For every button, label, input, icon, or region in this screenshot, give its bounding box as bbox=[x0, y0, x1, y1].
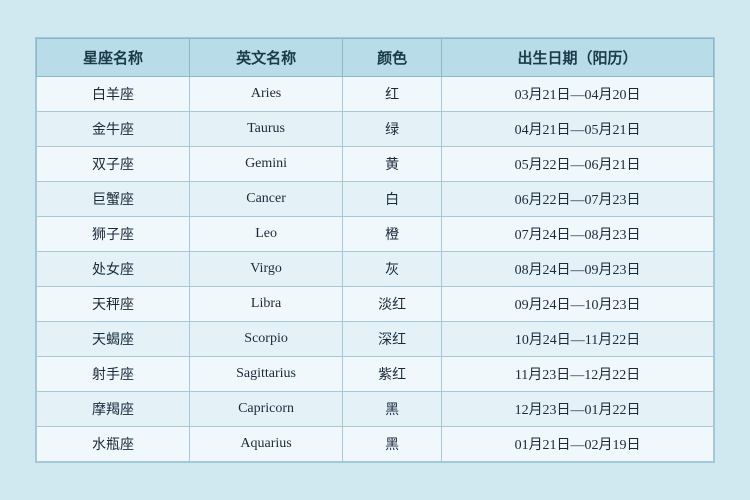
table-cell-10-3: 01月21日—02月19日 bbox=[442, 427, 714, 462]
col-header-chinese: 星座名称 bbox=[37, 39, 190, 77]
table-header-row: 星座名称 英文名称 颜色 出生日期（阳历） bbox=[37, 39, 714, 77]
table-cell-7-0: 天蝎座 bbox=[37, 322, 190, 357]
zodiac-table: 星座名称 英文名称 颜色 出生日期（阳历） 白羊座Aries红03月21日—04… bbox=[36, 38, 714, 462]
table-cell-0-1: Aries bbox=[190, 77, 343, 112]
table-cell-8-0: 射手座 bbox=[37, 357, 190, 392]
table-cell-6-0: 天秤座 bbox=[37, 287, 190, 322]
table-cell-10-1: Aquarius bbox=[190, 427, 343, 462]
table-cell-5-0: 处女座 bbox=[37, 252, 190, 287]
col-header-color: 颜色 bbox=[343, 39, 442, 77]
table-cell-2-3: 05月22日—06月21日 bbox=[442, 147, 714, 182]
table-cell-1-1: Taurus bbox=[190, 112, 343, 147]
table-cell-2-0: 双子座 bbox=[37, 147, 190, 182]
table-row: 水瓶座Aquarius黑01月21日—02月19日 bbox=[37, 427, 714, 462]
col-header-english: 英文名称 bbox=[190, 39, 343, 77]
table-row: 白羊座Aries红03月21日—04月20日 bbox=[37, 77, 714, 112]
table-cell-5-3: 08月24日—09月23日 bbox=[442, 252, 714, 287]
table-cell-1-3: 04月21日—05月21日 bbox=[442, 112, 714, 147]
table-cell-7-3: 10月24日—11月22日 bbox=[442, 322, 714, 357]
table-cell-8-1: Sagittarius bbox=[190, 357, 343, 392]
table-cell-0-3: 03月21日—04月20日 bbox=[442, 77, 714, 112]
table-cell-7-2: 深红 bbox=[343, 322, 442, 357]
table-cell-9-1: Capricorn bbox=[190, 392, 343, 427]
table-cell-5-1: Virgo bbox=[190, 252, 343, 287]
table-row: 天秤座Libra淡红09月24日—10月23日 bbox=[37, 287, 714, 322]
table-cell-2-1: Gemini bbox=[190, 147, 343, 182]
table-cell-3-1: Cancer bbox=[190, 182, 343, 217]
table-cell-5-2: 灰 bbox=[343, 252, 442, 287]
table-cell-3-3: 06月22日—07月23日 bbox=[442, 182, 714, 217]
table-cell-1-2: 绿 bbox=[343, 112, 442, 147]
table-cell-0-0: 白羊座 bbox=[37, 77, 190, 112]
table-cell-4-2: 橙 bbox=[343, 217, 442, 252]
table-row: 射手座Sagittarius紫红11月23日—12月22日 bbox=[37, 357, 714, 392]
table-row: 天蝎座Scorpio深红10月24日—11月22日 bbox=[37, 322, 714, 357]
table-cell-9-0: 摩羯座 bbox=[37, 392, 190, 427]
zodiac-table-container: 星座名称 英文名称 颜色 出生日期（阳历） 白羊座Aries红03月21日—04… bbox=[35, 37, 715, 463]
table-cell-9-2: 黑 bbox=[343, 392, 442, 427]
table-row: 金牛座Taurus绿04月21日—05月21日 bbox=[37, 112, 714, 147]
table-cell-4-3: 07月24日—08月23日 bbox=[442, 217, 714, 252]
table-row: 狮子座Leo橙07月24日—08月23日 bbox=[37, 217, 714, 252]
table-row: 摩羯座Capricorn黑12月23日—01月22日 bbox=[37, 392, 714, 427]
table-row: 处女座Virgo灰08月24日—09月23日 bbox=[37, 252, 714, 287]
table-cell-6-1: Libra bbox=[190, 287, 343, 322]
table-cell-7-1: Scorpio bbox=[190, 322, 343, 357]
table-row: 巨蟹座Cancer白06月22日—07月23日 bbox=[37, 182, 714, 217]
table-row: 双子座Gemini黄05月22日—06月21日 bbox=[37, 147, 714, 182]
table-cell-10-2: 黑 bbox=[343, 427, 442, 462]
table-cell-6-3: 09月24日—10月23日 bbox=[442, 287, 714, 322]
table-cell-10-0: 水瓶座 bbox=[37, 427, 190, 462]
table-cell-1-0: 金牛座 bbox=[37, 112, 190, 147]
table-cell-8-2: 紫红 bbox=[343, 357, 442, 392]
col-header-dates: 出生日期（阳历） bbox=[442, 39, 714, 77]
table-cell-4-0: 狮子座 bbox=[37, 217, 190, 252]
table-cell-3-0: 巨蟹座 bbox=[37, 182, 190, 217]
table-cell-0-2: 红 bbox=[343, 77, 442, 112]
table-cell-8-3: 11月23日—12月22日 bbox=[442, 357, 714, 392]
table-cell-3-2: 白 bbox=[343, 182, 442, 217]
table-cell-4-1: Leo bbox=[190, 217, 343, 252]
table-cell-6-2: 淡红 bbox=[343, 287, 442, 322]
table-cell-2-2: 黄 bbox=[343, 147, 442, 182]
table-cell-9-3: 12月23日—01月22日 bbox=[442, 392, 714, 427]
